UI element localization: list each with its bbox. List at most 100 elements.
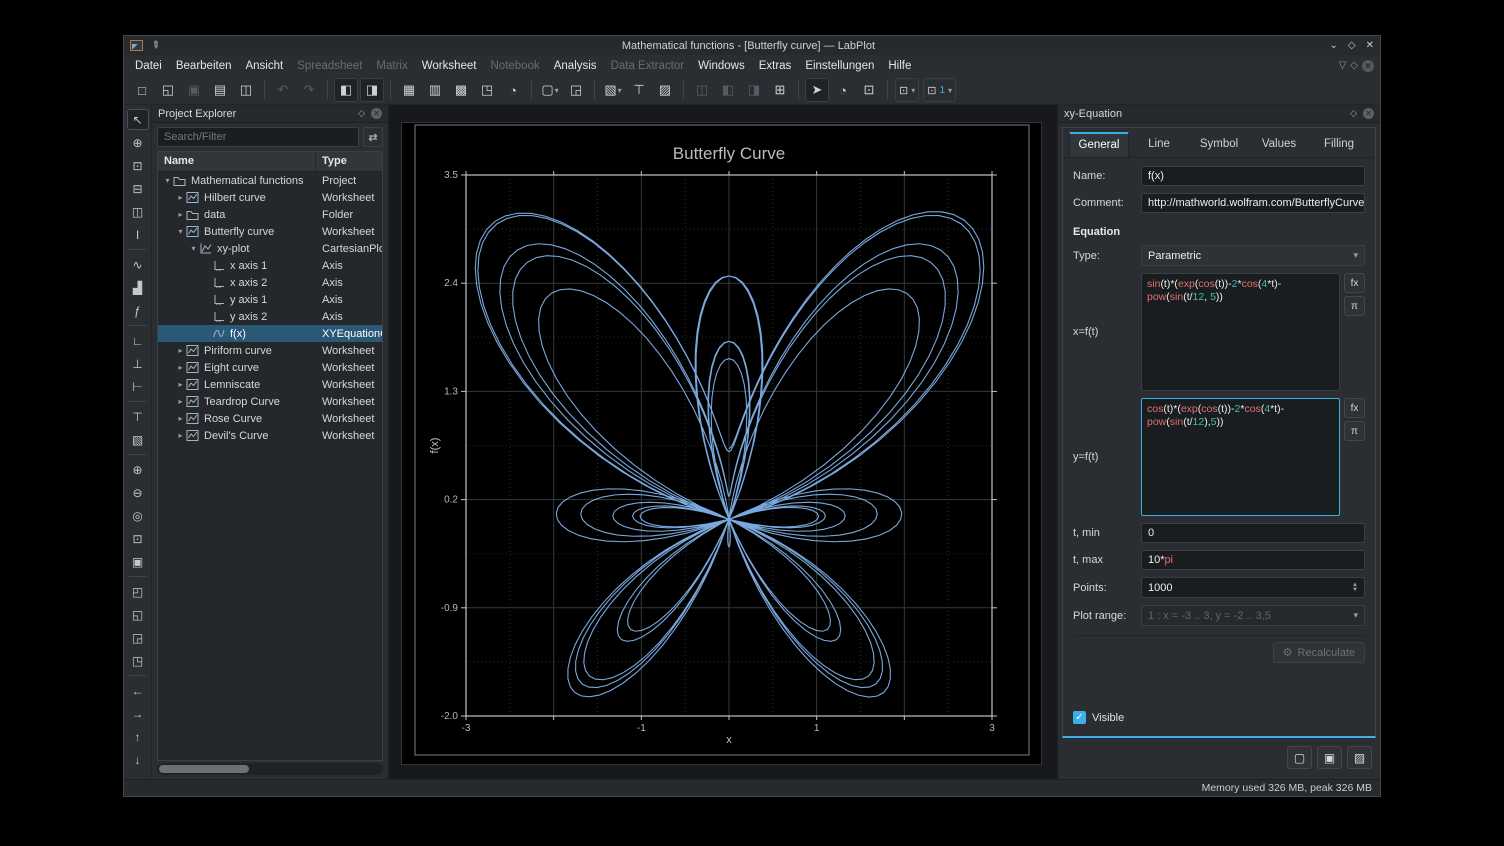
type-select[interactable]: Parametric▾ [1141, 245, 1365, 266]
menu-extras[interactable]: Extras [752, 58, 799, 74]
shift-up-y-button[interactable]: ↑ [127, 726, 149, 747]
expander-icon[interactable]: ▾ [188, 244, 199, 253]
add-xy-curve-button[interactable]: ∿ [127, 254, 149, 275]
tmin-field[interactable]: 0 [1141, 523, 1365, 543]
shift-down-y-button[interactable]: ↓ [127, 749, 149, 770]
save-as-template-icon[interactable]: ▨ [1347, 746, 1372, 769]
search-input[interactable] [157, 127, 359, 147]
scrollbar-thumb[interactable] [159, 765, 249, 773]
tree-row-teardrop-curve[interactable]: ▸Teardrop CurveWorksheet [158, 393, 382, 410]
menu-worksheet[interactable]: Worksheet [415, 58, 484, 74]
constants-button[interactable]: π [1344, 296, 1365, 316]
butterfly-worksheet[interactable]: -3-1133.52.41.30.2-0.9-2.0Butterfly Curv… [401, 122, 1042, 765]
cursor-tool-button[interactable]: I [127, 224, 149, 245]
zoom-in-x-button[interactable]: ◲ [127, 627, 149, 648]
butterfly-plot[interactable]: -3-1133.52.41.30.2-0.9-2.0Butterfly Curv… [402, 123, 1041, 764]
expander-icon[interactable]: ▸ [175, 193, 186, 202]
dock-close-icon[interactable]: ✕ [371, 108, 382, 119]
tab-symbol[interactable]: Symbol [1189, 132, 1249, 157]
add-histogram-button[interactable]: ▟ [127, 277, 149, 298]
new-datapicker-button[interactable]: ◔ [501, 78, 525, 102]
menu-windows[interactable]: Windows [691, 58, 752, 74]
zoom-origin-button[interactable]: ◎ [127, 505, 149, 526]
scale-auto-x-button[interactable]: ◰ [127, 581, 149, 602]
new-matrix-button[interactable]: ▩ [449, 78, 473, 102]
load-template-icon[interactable]: ▢ [1287, 746, 1312, 769]
add-text-frame-button[interactable]: ⊤ [127, 406, 149, 427]
constants-button[interactable]: π [1344, 421, 1365, 441]
subwindow-close-icon[interactable]: ✕ [1362, 60, 1374, 72]
zoom-select-mode-button[interactable]: ⊡ [857, 78, 881, 102]
import-button[interactable]: ◲ [564, 78, 588, 102]
select-mode-button[interactable]: ➤ [805, 78, 829, 102]
select-tool-button[interactable]: ↖ [127, 109, 149, 130]
pan-mode-button[interactable]: ◔ [831, 78, 855, 102]
tab-values[interactable]: Values [1249, 132, 1309, 157]
add-equation-curve-button[interactable]: ƒ [127, 300, 149, 321]
menu-hilfe[interactable]: Hilfe [881, 58, 918, 74]
subwindow-restore-icon[interactable]: ▽ [1339, 60, 1347, 71]
navigate-tool-button[interactable]: ⊕ [127, 132, 149, 153]
add-axis-button[interactable]: ∟ [127, 330, 149, 351]
toggle-project-explorer-button[interactable]: ◧ [334, 78, 358, 102]
expander-icon[interactable]: ▾ [162, 176, 173, 185]
horizontal-scrollbar[interactable] [157, 763, 383, 775]
scale-auto-y-button[interactable]: ◱ [127, 604, 149, 625]
add-x-axis-button[interactable]: ⊥ [127, 353, 149, 374]
tree-row-x-axis-2[interactable]: x axis 2Axis [158, 274, 382, 291]
menu-datei[interactable]: Datei [128, 58, 169, 74]
zoom-in-button[interactable]: ⊕ [127, 459, 149, 480]
equation-dock-header[interactable]: xy-Equation ◇ ✕ [1058, 105, 1380, 123]
name-field[interactable]: f(x) [1141, 166, 1365, 186]
add-y-axis-button[interactable]: ⊢ [127, 376, 149, 397]
tree-row-xy-plot[interactable]: ▾xy-plotCartesianPlot [158, 240, 382, 257]
zoom-x-select-tool-button[interactable]: ⊟ [127, 178, 149, 199]
minimize-icon[interactable]: ⌄ [1330, 40, 1338, 51]
print-button[interactable]: ▤ [208, 78, 232, 102]
menu-analysis[interactable]: Analysis [547, 58, 604, 74]
tmax-field[interactable]: 10*pi [1141, 550, 1365, 570]
tab-general[interactable]: General [1069, 132, 1129, 157]
expander-icon[interactable]: ▸ [175, 346, 186, 355]
toggle-properties-explorer-button[interactable]: ◨ [360, 78, 384, 102]
export-button[interactable]: ▧▾ [601, 78, 625, 102]
dock-float-icon[interactable]: ◇ [358, 108, 365, 119]
tree-row-hilbert-curve[interactable]: ▸Hilbert curveWorksheet [158, 189, 382, 206]
save-icon[interactable]: ▣ [1317, 746, 1342, 769]
tree-row-lemniscate[interactable]: ▸LemniscateWorksheet [158, 376, 382, 393]
new-spreadsheet-button[interactable]: ▥ [423, 78, 447, 102]
tree-row-devil-s-curve[interactable]: ▸Devil's CurveWorksheet [158, 427, 382, 444]
new-project-button[interactable]: □ [130, 78, 154, 102]
dock-float-icon[interactable]: ◇ [1350, 108, 1357, 119]
zoom-in-y-button[interactable]: ◳ [127, 650, 149, 671]
presenter-mode-combo[interactable]: ⊡▾ [895, 78, 919, 102]
shift-right-x-button[interactable]: → [127, 703, 149, 724]
zoom-out-button[interactable]: ⊖ [127, 482, 149, 503]
tree-row-y-axis-2[interactable]: y axis 2Axis [158, 308, 382, 325]
comment-field[interactable]: http://mathworld.wolfram.com/ButterflyCu… [1141, 193, 1365, 213]
tree-row-y-axis-1[interactable]: y axis 1Axis [158, 291, 382, 308]
functions-button[interactable]: fx [1344, 273, 1365, 293]
tree-row-rose-curve[interactable]: ▸Rose CurveWorksheet [158, 410, 382, 427]
tree-row-eight-curve[interactable]: ▸Eight curveWorksheet [158, 359, 382, 376]
tree-row-mathematical-functions[interactable]: ▾Mathematical functionsProject [158, 172, 382, 189]
column-name[interactable]: Name [158, 152, 316, 171]
new-worksheet-button[interactable]: ▦ [397, 78, 421, 102]
tree-row-butterfly-curve[interactable]: ▾Butterfly curveWorksheet [158, 223, 382, 240]
filter-options-icon[interactable]: ⇄ [363, 127, 383, 147]
title-bar[interactable]: ✎ Mathematical functions - [Butterfly cu… [124, 36, 1380, 55]
shift-left-x-button[interactable]: ← [127, 680, 149, 701]
open-project-button[interactable]: ◱ [156, 78, 180, 102]
expander-icon[interactable]: ▸ [175, 414, 186, 423]
tab-filling[interactable]: Filling [1309, 132, 1369, 157]
expander-icon[interactable]: ▸ [175, 210, 186, 219]
add-image-button[interactable]: ▨ [653, 78, 677, 102]
maximize-icon[interactable]: ◇ [1348, 40, 1356, 51]
tab-line[interactable]: Line [1129, 132, 1189, 157]
close-icon[interactable]: ✕ [1366, 40, 1374, 51]
tree-row-f-x-[interactable]: f(x)XYEquationCurve [158, 325, 382, 342]
expander-icon[interactable]: ▸ [175, 363, 186, 372]
print-preview-button[interactable]: ◫ [234, 78, 258, 102]
zoom-select-tool-button[interactable]: ⊡ [127, 155, 149, 176]
pin-icon[interactable]: ✎ [148, 39, 161, 53]
